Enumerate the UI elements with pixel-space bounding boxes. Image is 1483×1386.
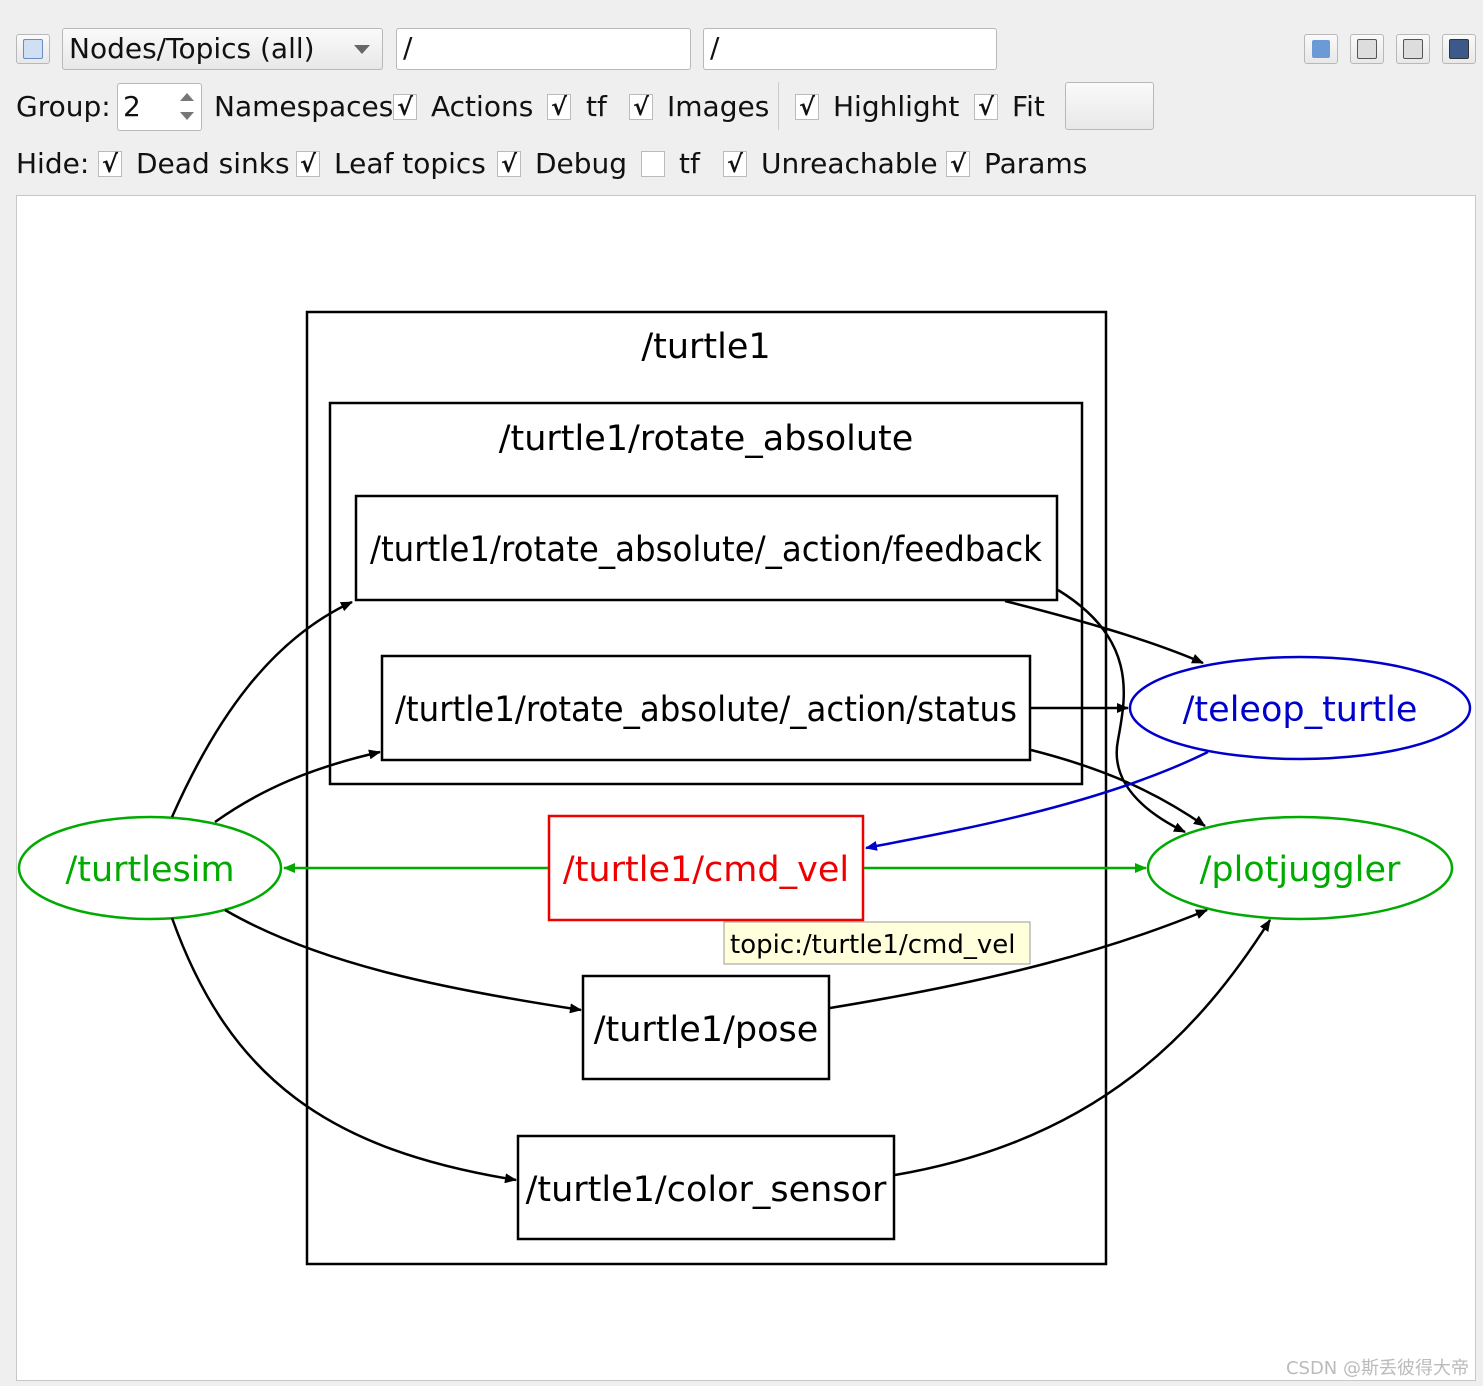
node-turtlesim-label: /turtlesim (65, 850, 234, 890)
edge-teleop-cmd-vel (865, 750, 1209, 851)
topic-pose-label: /turtle1/pose (594, 1010, 819, 1050)
topic-status-label: /turtle1/rotate_absolute/_action/status (395, 690, 1017, 730)
edge-turtlesim-pose (224, 908, 582, 1014)
edge-feedback-plotjuggler (1057, 588, 1186, 834)
edge-turtlesim-status (214, 749, 381, 824)
edge-turtlesim-feedback (170, 600, 353, 818)
topic-feedback-label: /turtle1/rotate_absolute/_action/feedbac… (370, 530, 1043, 570)
cluster-rotate-absolute-label: /turtle1/rotate_absolute (499, 419, 914, 459)
edge-turtlesim-color-sensor (170, 917, 517, 1184)
node-teleop-turtle-label: /teleop_turtle (1183, 690, 1418, 730)
watermark: CSDN @斯丢彼得大帝 (1285, 1358, 1469, 1379)
cluster-turtle1-label: /turtle1 (641, 327, 770, 367)
topic-color-sensor-label: /turtle1/color_sensor (526, 1170, 887, 1210)
node-plotjuggler-label: /plotjuggler (1200, 850, 1401, 890)
graph-view: /turtle1 /turtle1/rotate_absolute /turtl… (17, 310, 1472, 1266)
tooltip-text: topic:/turtle1/cmd_vel (730, 930, 1015, 960)
topic-cmd-vel-label: /turtle1/cmd_vel (563, 850, 849, 890)
